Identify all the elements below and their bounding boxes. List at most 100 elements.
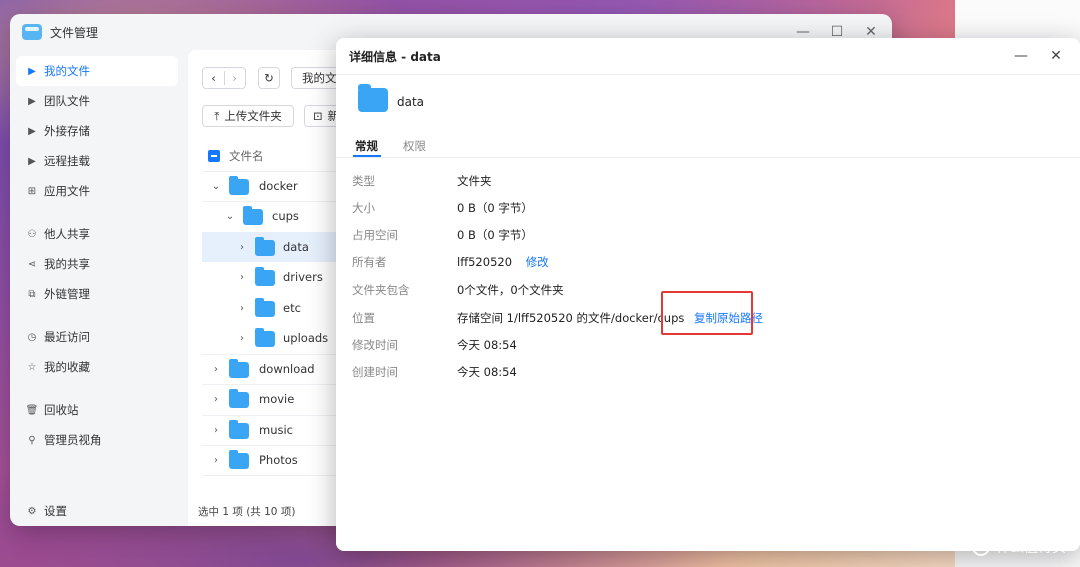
dialog-close-button[interactable]: ✕ — [1044, 46, 1068, 66]
sidebar-item-team-files[interactable]: ▶ 团队文件 — [16, 86, 178, 116]
sidebar: ▶ 我的文件 ▶ 团队文件 ▶ 外接存储 ▶ 远程挂载 ⊞ 应用文件 ⚇ 他人共… — [10, 50, 188, 526]
upload-folder-button[interactable]: ⤒ 上传文件夹 — [202, 105, 294, 127]
sidebar-item-external-storage[interactable]: ▶ 外接存储 — [16, 116, 178, 146]
sidebar-item-label: 我的文件 — [44, 64, 90, 78]
new-folder-icon: ⊡ — [313, 109, 323, 123]
tab-permissions[interactable]: 权限 — [403, 138, 426, 154]
folder-icon — [255, 298, 275, 317]
sidebar-item-favorites[interactable]: ☆ 我的收藏 — [16, 352, 178, 382]
table-row[interactable]: › music — [202, 415, 352, 445]
admin-icon: ⚲ — [28, 434, 36, 446]
table-row[interactable]: › drivers — [202, 262, 352, 292]
star-icon: ☆ — [27, 361, 37, 373]
prop-value-owner: lff520520 修改 — [457, 254, 549, 270]
back-button[interactable]: ‹ — [204, 71, 224, 85]
sidebar-item-label: 设置 — [44, 504, 67, 518]
tabs-divider — [336, 157, 1080, 158]
sidebar-item-label: 远程挂载 — [44, 154, 90, 168]
caret-right-icon: ▶ — [28, 155, 36, 167]
folder-icon — [229, 359, 249, 378]
row-name: music — [259, 423, 294, 437]
status-bar: 选中 1 项 (共 10 项) — [198, 505, 296, 518]
prop-label-disk-usage: 占用空间 — [352, 228, 398, 242]
watermark-logo-icon: 值 — [972, 538, 990, 556]
prop-value-contents: 0个文件，0个文件夹 — [457, 283, 564, 297]
chevron-right-icon[interactable]: › — [236, 272, 248, 283]
forward-button[interactable]: › — [225, 71, 245, 85]
upload-icon: ⤒ — [214, 108, 220, 123]
sidebar-item-settings[interactable]: ⚙ 设置 — [16, 496, 178, 526]
chevron-right-icon[interactable]: › — [210, 455, 222, 466]
table-row[interactable]: › movie — [202, 384, 352, 414]
select-all-checkbox[interactable] — [208, 150, 220, 162]
chevron-right-icon[interactable]: › — [236, 303, 248, 314]
folder-icon — [229, 176, 249, 195]
sidebar-item-label: 外链管理 — [44, 287, 90, 301]
chevron-right-icon[interactable]: › — [210, 394, 222, 405]
table-row[interactable]: › download — [202, 354, 352, 384]
sidebar-item-label: 最近访问 — [44, 330, 90, 344]
folder-icon — [255, 267, 275, 286]
location-path: 存储空间 1/lff520520 的文件/docker/cups — [457, 311, 685, 325]
prop-label-size: 大小 — [352, 201, 375, 215]
chevron-down-icon[interactable]: ⌄ — [224, 211, 236, 222]
sidebar-item-link-management[interactable]: ⧉ 外链管理 — [16, 279, 178, 309]
row-divider — [202, 475, 352, 476]
sidebar-item-label: 外接存储 — [44, 124, 90, 138]
refresh-button[interactable]: ↻ — [258, 67, 280, 89]
sidebar-item-recycle-bin[interactable]: 🗑 回收站 — [16, 395, 178, 425]
prop-value-disk-usage: 0 B（0 字节） — [457, 228, 533, 242]
modify-owner-link[interactable]: 修改 — [526, 255, 549, 269]
column-header-name[interactable]: 文件名 — [229, 148, 264, 164]
sidebar-item-my-files[interactable]: ▶ 我的文件 — [16, 56, 178, 86]
tab-general[interactable]: 常规 — [355, 138, 378, 154]
sidebar-item-remote-mount[interactable]: ▶ 远程挂载 — [16, 146, 178, 176]
prop-label-contents: 文件夹包含 — [352, 283, 410, 297]
table-row[interactable]: ⌄ docker — [202, 171, 352, 201]
caret-right-icon: ▶ — [28, 95, 36, 107]
chevron-right-icon[interactable]: › — [210, 364, 222, 375]
table-row[interactable]: › Photos — [202, 445, 352, 475]
user-share-icon: ⚇ — [27, 228, 37, 240]
sidebar-item-recent[interactable]: ◷ 最近访问 — [16, 322, 178, 352]
sidebar-item-label: 我的共享 — [44, 257, 90, 271]
gear-icon: ⚙ — [27, 505, 37, 517]
file-list-header: 文件名 — [202, 141, 352, 171]
prop-label-owner: 所有者 — [352, 255, 387, 269]
chevron-down-icon[interactable]: ⌄ — [210, 181, 222, 192]
sidebar-item-label: 应用文件 — [44, 184, 90, 198]
row-name: download — [259, 362, 315, 376]
chevron-right-icon[interactable]: › — [236, 242, 248, 253]
sidebar-item-shared-with-me[interactable]: ⚇ 他人共享 — [16, 219, 178, 249]
trash-icon: 🗑 — [25, 404, 39, 416]
dialog-item-name: data — [397, 95, 425, 109]
chevron-right-icon[interactable]: › — [236, 333, 248, 344]
row-name: data — [283, 240, 309, 254]
sidebar-item-label: 他人共享 — [44, 227, 90, 241]
prop-value-created: 今天 08:54 — [457, 365, 517, 379]
folder-icon — [358, 84, 388, 112]
table-row[interactable]: ⌄ cups — [202, 201, 352, 231]
table-row[interactable]: › etc — [202, 293, 352, 323]
chevron-right-icon[interactable]: › — [210, 425, 222, 436]
dialog-minimize-button[interactable]: — — [1009, 46, 1033, 66]
sidebar-item-admin-view[interactable]: ⚲ 管理员视角 — [16, 425, 178, 455]
caret-right-icon: ▶ — [28, 125, 36, 137]
share-icon: ⋖ — [27, 258, 37, 270]
app-title: 文件管理 — [50, 25, 99, 40]
details-dialog: 详细信息 - data — ✕ data 常规 权限 类型 文件夹 大小 0 B… — [336, 38, 1080, 551]
table-row[interactable]: › uploads — [202, 323, 352, 353]
sidebar-item-label: 回收站 — [44, 403, 79, 417]
upload-folder-label: 上传文件夹 — [224, 109, 282, 123]
sidebar-item-app-files[interactable]: ⊞ 应用文件 — [16, 176, 178, 206]
table-row[interactable]: › data — [202, 232, 352, 262]
sidebar-item-my-shares[interactable]: ⋖ 我的共享 — [16, 249, 178, 279]
prop-label-modified: 修改时间 — [352, 338, 398, 352]
folder-icon — [255, 237, 275, 256]
owner-name: lff520520 — [457, 255, 513, 269]
row-name: cups — [272, 209, 299, 223]
row-name: drivers — [283, 270, 323, 284]
prop-label-location: 位置 — [352, 311, 375, 325]
folder-icon — [243, 206, 263, 225]
dialog-header-divider — [336, 74, 1080, 75]
